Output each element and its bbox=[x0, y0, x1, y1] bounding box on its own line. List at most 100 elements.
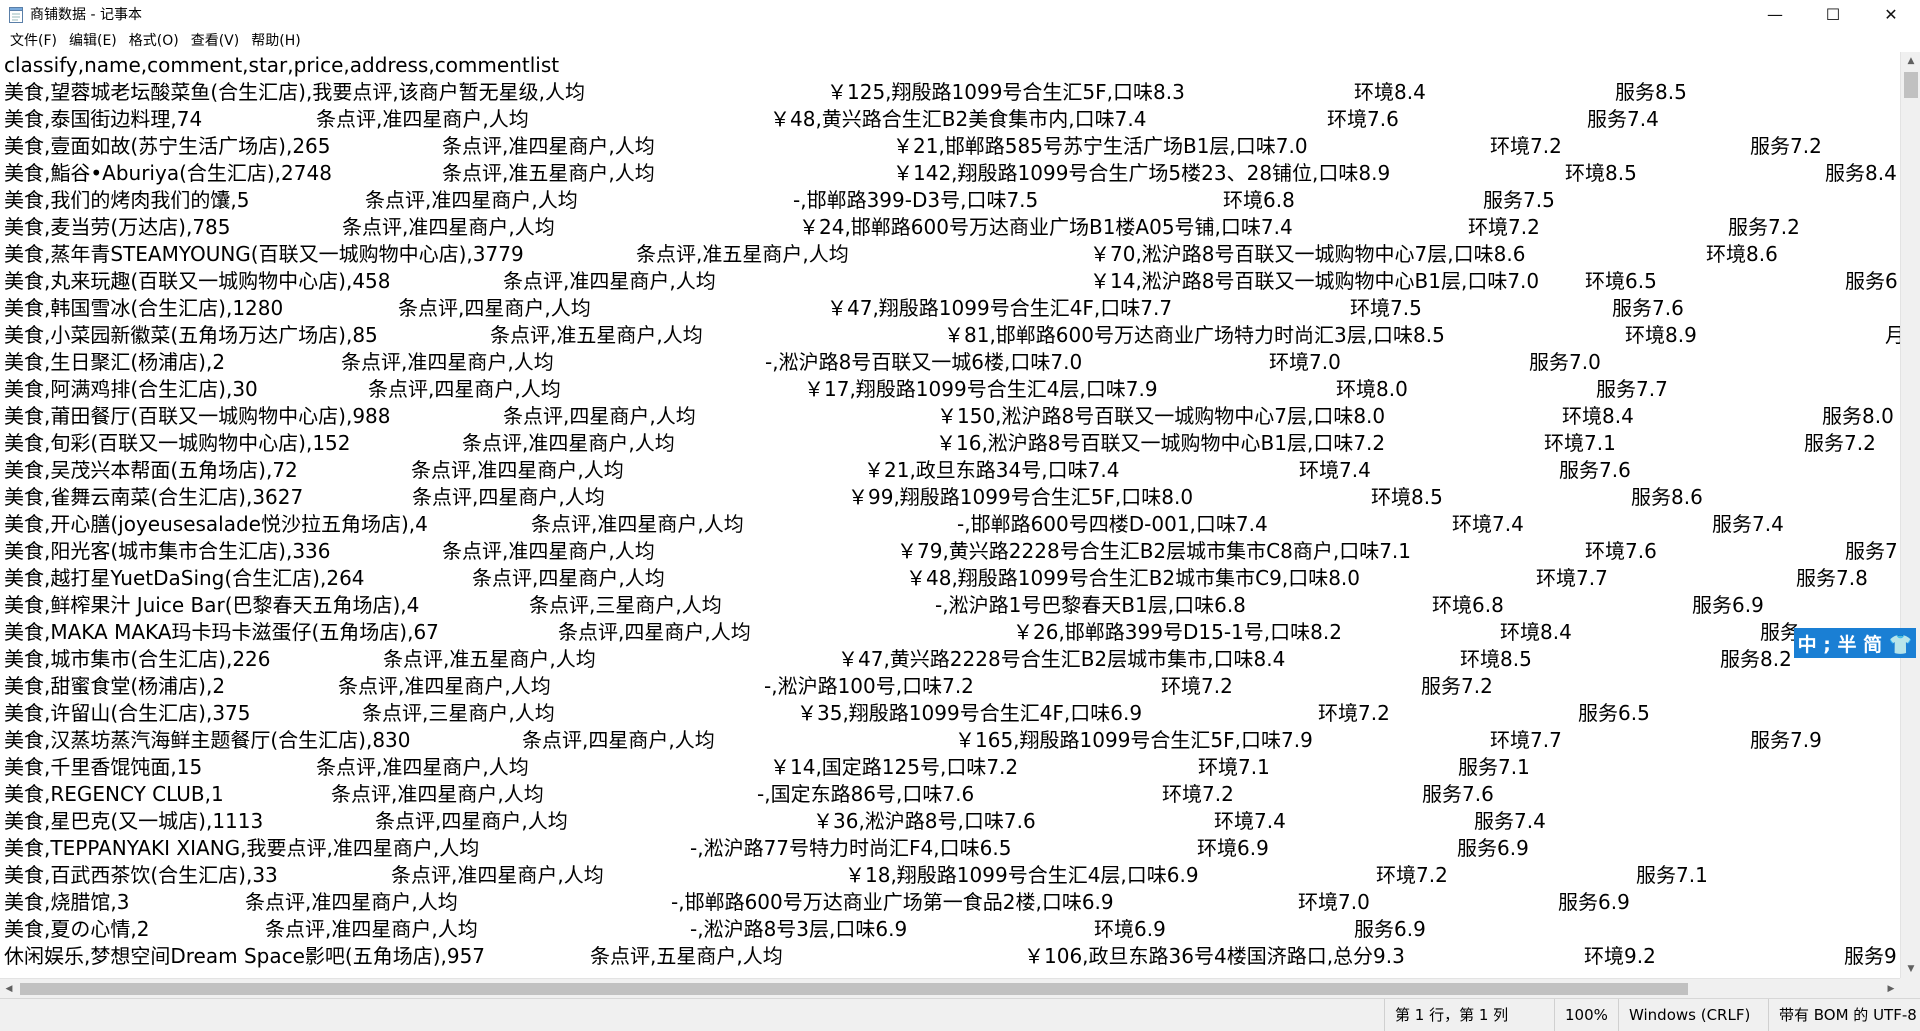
scroll-up-icon[interactable]: ▲ bbox=[1901, 52, 1920, 70]
menu-format[interactable]: 格式(O) bbox=[123, 30, 185, 50]
text-line: 美食,夏の心情,2 条点评,准四星商户,人均 -,淞沪路8号3层,口味6.9 环境6.… bbox=[0, 916, 1900, 943]
text-segment: ￥47,翔殷路1099号合生汇4F,口味7.7 bbox=[827, 296, 1173, 320]
horizontal-scroll-thumb[interactable] bbox=[20, 983, 1688, 995]
scroll-down-icon[interactable]: ▼ bbox=[1901, 960, 1920, 978]
text-segment: 条点评,准四星商户,人均 bbox=[316, 755, 529, 779]
text-segment: 环境8.5 bbox=[1371, 485, 1443, 509]
text-segment: 环境7.0 bbox=[1298, 890, 1370, 914]
text-segment: 条点评,四星商户,人均 bbox=[375, 809, 568, 833]
text-line: 美食,越打星YuetDaSing(合生汇店),264 条点评,四星商户,人均 ￥48… bbox=[0, 565, 1900, 592]
text-segment: 服务7.0 bbox=[1529, 350, 1601, 374]
text-line: 美食,许留山(合生汇店),375 条点评,三星商户,人均 ￥35,翔殷路1099号合… bbox=[0, 700, 1900, 727]
text-line: 美食,REGENCY CLUB,1 条点评,准四星商户,人均 -,国定东路86号,口… bbox=[0, 781, 1900, 808]
menu-edit[interactable]: 编辑(E) bbox=[63, 30, 123, 50]
text-segment: 美食,生日聚汇(杨浦店),2 bbox=[4, 350, 226, 374]
text-segment: 环境6.9 bbox=[1094, 917, 1166, 941]
text-segment: 服务6.9 bbox=[1558, 890, 1630, 914]
text-segment: ￥70,淞沪路8号百联又一城购物中心7层,口味8.6 bbox=[1090, 242, 1526, 266]
text-segment: 条点评,准四星商户,人均 bbox=[503, 269, 716, 293]
status-bar: 第 1 行，第 1 列 100% Windows (CRLF) 带有 BOM 的… bbox=[0, 998, 1920, 1031]
text-segment: -,邯郸路399-D3号,口味7.5 bbox=[793, 188, 1039, 212]
text-line: 美食,开心膳(joyeusesalade悦沙拉五角场店),4 条点评,准四星商户,… bbox=[0, 511, 1900, 538]
text-segment: 环境6.5 bbox=[1585, 269, 1657, 293]
close-button[interactable]: ✕ bbox=[1862, 0, 1920, 28]
text-segment: 美食,旬彩(百联又一城购物中心店),152 bbox=[4, 431, 351, 455]
text-segment: 环境8.4 bbox=[1562, 404, 1634, 428]
text-segment: ￥99,翔殷路1099号合生汇5F,口味8.0 bbox=[848, 485, 1194, 509]
text-segment: 环境7.2 bbox=[1161, 674, 1233, 698]
text-segment: 环境7.2 bbox=[1318, 701, 1390, 725]
text-segment: 环境8.5 bbox=[1565, 161, 1637, 185]
text-segment: -,国定东路86号,口味7.6 bbox=[757, 782, 975, 806]
text-segment: 服务8.5 bbox=[1615, 80, 1687, 104]
text-segment: ￥18,翔殷路1099号合生汇4层,口味6.9 bbox=[845, 863, 1199, 887]
text-line: 美食,生日聚汇(杨浦店),2 条点评,准四星商户,人均 -,淞沪路8号百联又一城6楼… bbox=[0, 349, 1900, 376]
text-segment: 服务7.6 bbox=[1612, 296, 1684, 320]
menu-file[interactable]: 文件(F) bbox=[4, 30, 63, 50]
text-segment: ￥150,淞沪路8号百联又一城购物中心7层,口味8.0 bbox=[937, 404, 1386, 428]
text-line: 美食,泰国街边料理,74 条点评,准四星商户,人均 ￥48,黄兴路合生汇B2美食集市… bbox=[0, 106, 1900, 133]
horizontal-scrollbar[interactable]: ◀ ▶ bbox=[0, 978, 1900, 999]
text-segment: 美食,百武西茶饮(合生汇店),33 bbox=[4, 863, 278, 887]
text-segment: 服务7.2 bbox=[1804, 431, 1876, 455]
text-segment: 条点评,准四星商户,人均 bbox=[341, 350, 554, 374]
text-segment: 服务7.1 bbox=[1458, 755, 1530, 779]
vertical-scrollbar[interactable]: ▲ ▼ bbox=[1900, 52, 1920, 978]
text-segment: ￥26,邯郸路399号D15-1号,口味8.2 bbox=[1013, 620, 1342, 644]
text-segment: 服务7.8 bbox=[1796, 566, 1868, 590]
text-segment: 美食,蒸年青STEAMYOUNG(百联又一城购物中心店),3779 bbox=[4, 242, 524, 266]
text-line: 美食,烧腊馆,3 条点评,准四星商户,人均 -,邯郸路600号万达商业广场第一食品2… bbox=[0, 889, 1900, 916]
text-line: 美食,星巴克(又一城店),1113 条点评,四星商户,人均 ￥36,淞沪路8号,口味… bbox=[0, 808, 1900, 835]
text-segment: 条点评,准四星商户,人均 bbox=[391, 863, 604, 887]
text-segment: 环境8.9 bbox=[1625, 323, 1697, 347]
ime-toolbar[interactable]: 中 ; 半 简 👕 bbox=[1794, 628, 1916, 658]
text-segment: 环境7.2 bbox=[1376, 863, 1448, 887]
title-bar: 商铺数据 - 记事本 — ☐ ✕ bbox=[0, 0, 1920, 28]
scroll-right-icon[interactable]: ▶ bbox=[1882, 979, 1900, 999]
text-segment: 服务7.6 bbox=[1422, 782, 1494, 806]
text-line: 美食,莆田餐厅(百联又一城购物中心店),988 条点评,四星商户,人均 ￥150,淞… bbox=[0, 403, 1900, 430]
text-segment: 美食,雀舞云南菜(合生汇店),3627 bbox=[4, 485, 304, 509]
text-segment: 条点评,三星商户,人均 bbox=[529, 593, 722, 617]
text-segment: ￥142,翔殷路1099号合生广场5楼23、28铺位,口味8.9 bbox=[893, 161, 1391, 185]
text-segment: ￥17,翔殷路1099号合生汇4层,口味7.9 bbox=[804, 377, 1158, 401]
text-line: 美食,蒸年青STEAMYOUNG(百联又一城购物中心店),3779 条点评,准五星… bbox=[0, 241, 1900, 268]
encoding: 带有 BOM 的 UTF-8 bbox=[1768, 999, 1920, 1031]
text-line: 美食,城市集市(合生汇店),226 条点评,准五星商户,人均 ￥47,黄兴路2228… bbox=[0, 646, 1900, 673]
text-line: 美食,TEPPANYAKI XIANG,我要点评,准四星商户,人均 -,淞沪路77… bbox=[0, 835, 1900, 862]
text-segment: 美食,甜蜜食堂(杨浦店),2 bbox=[4, 674, 226, 698]
text-segment: 条点评,四星商户,人均 bbox=[472, 566, 665, 590]
text-segment: -,淞沪路8号3层,口味6.9 bbox=[690, 917, 908, 941]
text-segment: 环境7.7 bbox=[1490, 728, 1562, 752]
text-segment: ￥48,黄兴路合生汇B2美食集市内,口味7.4 bbox=[770, 107, 1147, 131]
text-line: 美食,我们的烤肉我们的馕,5 条点评,准四星商户,人均 -,邯郸路399-D3号,口… bbox=[0, 187, 1900, 214]
text-segment: 条点评,准四星商户,人均 bbox=[265, 917, 478, 941]
text-segment: ￥165,翔殷路1099号合生汇5F,口味7.9 bbox=[955, 728, 1313, 752]
text-segment: 美食,泰国街边料理,74 bbox=[4, 107, 203, 131]
minimize-button[interactable]: — bbox=[1746, 0, 1804, 28]
text-segment: 服务6.9 bbox=[1354, 917, 1426, 941]
vertical-scroll-thumb[interactable] bbox=[1904, 72, 1918, 98]
scroll-left-icon[interactable]: ◀ bbox=[0, 979, 18, 999]
text-segment: 美食,许留山(合生汇店),375 bbox=[4, 701, 251, 725]
text-segment: -,邯郸路600号万达商业广场第一食品2楼,口味6.9 bbox=[671, 890, 1114, 914]
notepad-icon bbox=[9, 7, 23, 23]
text-segment: 美食,吴茂兴本帮面(五角场店),72 bbox=[4, 458, 298, 482]
text-segment: 服务7.6 bbox=[1559, 458, 1631, 482]
text-segment: 美食,MAKA MAKA玛卡玛卡滋蛋仔(五角场店),67 bbox=[4, 620, 439, 644]
menu-view[interactable]: 查看(V) bbox=[185, 30, 246, 50]
text-editor[interactable]: classify,name,comment,star,price,address… bbox=[0, 52, 1900, 978]
text-segment: 服务7.2 bbox=[1421, 674, 1493, 698]
text-segment: ￥47,黄兴路2228号合生汇B2层城市集市,口味8.4 bbox=[838, 647, 1286, 671]
text-segment: 服务7.4 bbox=[1474, 809, 1546, 833]
line-ending: Windows (CRLF) bbox=[1618, 999, 1769, 1031]
scrollbar-corner bbox=[1900, 978, 1920, 998]
text-segment: -,淞沪路77号特力时尚汇F4,口味6.5 bbox=[690, 836, 1012, 860]
text-segment: 美食,鮨谷•Aburiya(合生汇店),2748 bbox=[4, 161, 332, 185]
text-line: 美食,小菜园新徽菜(五角场万达广场店),85 条点评,准五星商户,人均 ￥81,邯郸… bbox=[0, 322, 1900, 349]
text-segment: 服务7 bbox=[1845, 539, 1898, 563]
text-segment: 环境7.1 bbox=[1544, 431, 1616, 455]
menu-help[interactable]: 帮助(H) bbox=[245, 30, 306, 50]
maximize-button[interactable]: ☐ bbox=[1804, 0, 1862, 28]
text-segment: 条点评,准四星商户,人均 bbox=[245, 890, 458, 914]
